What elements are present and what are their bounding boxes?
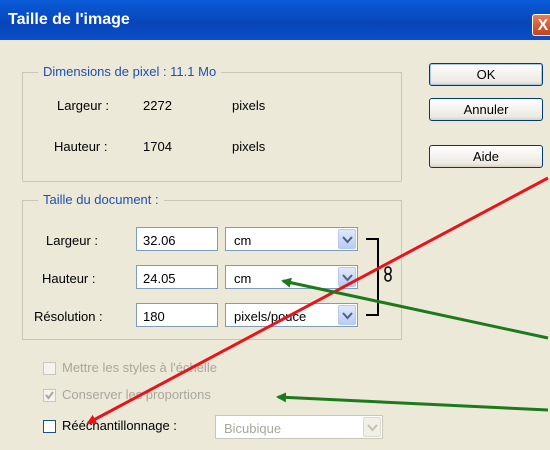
help-button[interactable]: Aide: [429, 145, 543, 168]
pixel-height-label: Hauteur :: [54, 139, 108, 154]
resample-method-value: Bicubique: [224, 421, 282, 436]
scale-styles-label: Mettre les styles à l'échelle: [62, 360, 217, 375]
doc-width-unit-select[interactable]: cm: [225, 227, 358, 251]
resolution-label: Résolution :: [34, 309, 103, 324]
pixel-width-unit: pixels: [232, 98, 266, 113]
checkmark-icon: [45, 391, 54, 400]
pixel-height-unit: pixels: [232, 139, 266, 154]
constrain-proportions-label: Conserver les proportions: [62, 387, 211, 402]
resample-label: Rééchantillonnage :: [62, 418, 177, 433]
doc-width-unit-value: cm: [234, 233, 252, 248]
document-size-legend: Taille du document :: [38, 192, 164, 207]
dialog-title: Taille de l'image: [8, 11, 130, 28]
chevron-down-icon[interactable]: [338, 267, 356, 287]
doc-width-input[interactable]: 32.06: [136, 227, 218, 251]
pixel-width-value: 2272: [143, 98, 172, 113]
chevron-down-icon[interactable]: [338, 305, 356, 325]
resolution-input[interactable]: 180: [136, 303, 218, 327]
cancel-button[interactable]: Annuler: [429, 98, 543, 121]
constrain-proportions-checkbox[interactable]: [43, 389, 56, 402]
resolution-unit-select[interactable]: pixels/pouce: [225, 303, 358, 327]
pixel-height-value: 1704: [143, 139, 172, 154]
close-button[interactable]: X: [532, 14, 550, 36]
doc-height-unit-select[interactable]: cm: [225, 265, 358, 289]
pixel-width-label: Largeur :: [57, 98, 110, 113]
pixel-dimensions-group: [22, 72, 402, 182]
title-bar[interactable]: Taille de l'image X: [0, 0, 550, 40]
scale-styles-checkbox[interactable]: [43, 362, 56, 375]
chain-link-icon: [383, 266, 394, 282]
doc-height-unit-value: cm: [234, 271, 252, 286]
doc-height-input[interactable]: 24.05: [136, 265, 218, 289]
chevron-down-icon[interactable]: [363, 417, 381, 437]
doc-width-label: Largeur :: [46, 233, 99, 248]
ok-button[interactable]: OK: [429, 63, 543, 86]
pixel-dimensions-legend: Dimensions de pixel : 11.1 Mo: [38, 64, 222, 79]
resample-checkbox[interactable]: [43, 420, 56, 433]
resolution-unit-value: pixels/pouce: [234, 309, 307, 324]
green-arrow-lower: [276, 392, 549, 412]
resample-method-select[interactable]: Bicubique: [215, 415, 383, 439]
doc-height-label: Hauteur :: [42, 271, 96, 286]
image-size-dialog: Taille de l'image X Dimensions de pixel …: [0, 0, 550, 450]
chevron-down-icon[interactable]: [338, 229, 356, 249]
